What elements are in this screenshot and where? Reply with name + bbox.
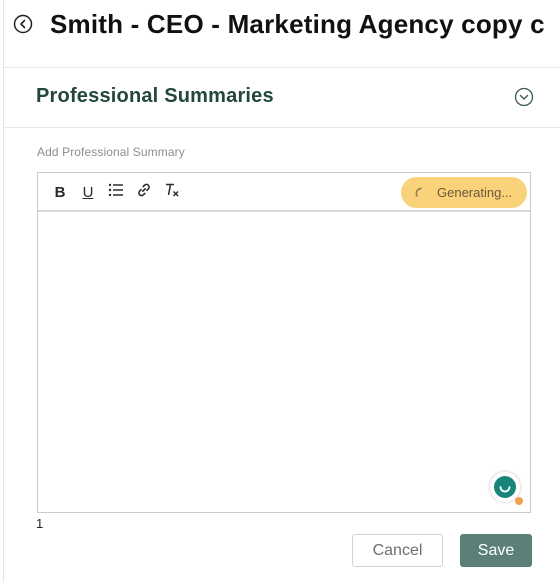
- spinner-icon: [415, 186, 427, 198]
- generating-button[interactable]: Generating...: [401, 177, 527, 208]
- generating-label: Generating...: [437, 185, 513, 200]
- page-title: Smith - CEO - Marketing Agency copy c: [50, 9, 545, 39]
- bold-button[interactable]: B: [50, 182, 70, 202]
- section-header[interactable]: Professional Summaries: [4, 68, 560, 128]
- back-button[interactable]: [13, 14, 33, 34]
- bulleted-list-button[interactable]: [106, 182, 126, 202]
- rich-text-editor: B U Generating...: [37, 172, 531, 513]
- writing-assistant-icon: [494, 476, 516, 498]
- writing-assistant-button[interactable]: [490, 472, 523, 505]
- field-label: Add Professional Summary: [37, 145, 185, 159]
- summary-editor-page: Smith - CEO - Marketing Agency copy c Pr…: [0, 0, 560, 582]
- link-button[interactable]: [134, 182, 154, 202]
- clear-formatting-button[interactable]: [162, 182, 182, 202]
- section-title: Professional Summaries: [36, 85, 274, 107]
- section-toggle-button[interactable]: [514, 87, 534, 107]
- link-icon: [136, 182, 152, 202]
- save-button[interactable]: Save: [460, 534, 532, 567]
- editor-toolbar: B U Generating...: [38, 173, 530, 212]
- character-count: 1: [36, 516, 44, 531]
- summary-text-area[interactable]: [38, 212, 530, 512]
- bulleted-list-icon: [108, 183, 124, 201]
- clear-formatting-icon: [164, 182, 180, 202]
- chevron-down-circle-icon: [514, 87, 534, 107]
- underline-button[interactable]: U: [78, 182, 98, 202]
- page-header: Smith - CEO - Marketing Agency copy c: [4, 0, 560, 68]
- status-dot: [515, 497, 523, 505]
- cancel-button[interactable]: Cancel: [352, 534, 443, 567]
- arrow-left-circle-icon: [13, 14, 33, 34]
